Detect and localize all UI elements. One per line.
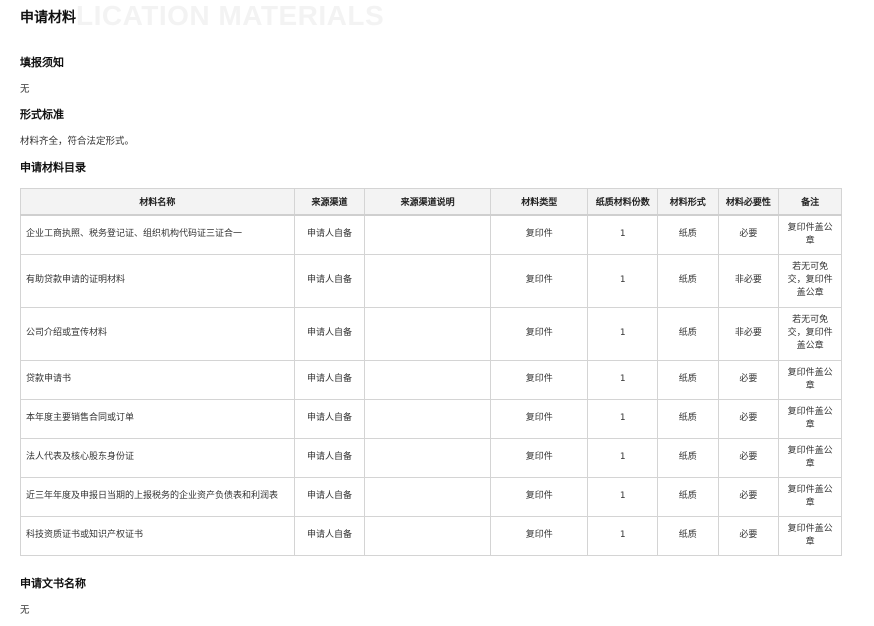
header-remark: 备注	[778, 188, 842, 216]
cell-material-type: 复印件	[489, 515, 589, 556]
page-header: LICATION MATERIALS 申请材料	[20, 0, 860, 34]
cell-material-name: 有助贷款申请的证明材料	[20, 253, 295, 308]
cell-source-channel: 申请人自备	[293, 306, 366, 361]
cell-paper-copies: 1	[587, 515, 659, 556]
header-material-name: 材料名称	[20, 188, 295, 216]
cell-remark: 若无可免交，复印件盖公章	[778, 253, 842, 308]
cell-material-name: 公司介绍或宣传材料	[20, 306, 295, 361]
section-watermark: LICATION MATERIALS	[76, 0, 385, 31]
header-necessity: 材料必要性	[717, 188, 780, 216]
header-source-channel: 来源渠道	[293, 188, 366, 216]
cell-material-name: 科技资质证书或知识产权证书	[20, 515, 295, 556]
cell-material-name: 近三年年度及申报日当期的上报税务的企业资产负债表和利润表	[20, 476, 295, 517]
cell-material-name: 企业工商执照、税务登记证、组织机构代码证三证合一	[20, 214, 295, 255]
cell-source-channel-note	[364, 253, 491, 308]
cell-source-channel-note	[364, 214, 491, 255]
cell-material-type: 复印件	[489, 253, 589, 308]
cell-source-channel: 申请人自备	[293, 476, 366, 517]
table-row: 公司介绍或宣传材料 申请人自备 复印件 1 纸质 非必要 若无可免交，复印件盖公…	[20, 306, 842, 361]
cell-material-type: 复印件	[489, 359, 589, 400]
cell-source-channel: 申请人自备	[293, 515, 366, 556]
cell-paper-copies: 1	[587, 253, 659, 308]
cell-source-channel-note	[364, 306, 491, 361]
table-row: 近三年年度及申报日当期的上报税务的企业资产负债表和利润表 申请人自备 复印件 1…	[20, 476, 842, 517]
cell-paper-copies: 1	[587, 476, 659, 517]
cell-necessity: 必要	[717, 437, 780, 478]
cell-necessity: 非必要	[717, 253, 780, 308]
cell-source-channel: 申请人自备	[293, 398, 366, 439]
cell-source-channel-note	[364, 359, 491, 400]
cell-material-form: 纸质	[657, 253, 719, 308]
table-row: 法人代表及核心股东身份证 申请人自备 复印件 1 纸质 必要 复印件盖公章	[20, 437, 842, 478]
header-material-form: 材料形式	[657, 188, 719, 216]
cell-source-channel-note	[364, 398, 491, 439]
page-title: 申请材料	[20, 10, 76, 26]
cell-paper-copies: 1	[587, 306, 659, 361]
cell-necessity: 必要	[717, 214, 780, 255]
cell-necessity: 必要	[717, 515, 780, 556]
cell-material-type: 复印件	[489, 398, 589, 439]
cell-material-form: 纸质	[657, 437, 719, 478]
table-row: 贷款申请书 申请人自备 复印件 1 纸质 必要 复印件盖公章	[20, 359, 842, 400]
cell-material-form: 纸质	[657, 214, 719, 255]
cell-material-form: 纸质	[657, 476, 719, 517]
cell-remark: 复印件盖公章	[778, 515, 842, 556]
header-material-type: 材料类型	[489, 188, 589, 216]
cell-necessity: 必要	[717, 398, 780, 439]
form-standard-text: 材料齐全，符合法定形式。	[20, 136, 135, 147]
cell-material-form: 纸质	[657, 359, 719, 400]
cell-remark: 复印件盖公章	[778, 214, 842, 255]
cell-material-type: 复印件	[489, 437, 589, 478]
cell-paper-copies: 1	[587, 437, 659, 478]
cell-material-form: 纸质	[657, 398, 719, 439]
cell-source-channel-note	[364, 476, 491, 517]
cell-source-channel-note	[364, 515, 491, 556]
table-header-row: 材料名称 来源渠道 来源渠道说明 材料类型 纸质材料份数 材料形式 材料必要性 …	[20, 188, 842, 216]
cell-source-channel: 申请人自备	[293, 214, 366, 255]
cell-material-type: 复印件	[489, 306, 589, 361]
cell-remark: 若无可免交，复印件盖公章	[778, 306, 842, 361]
cell-remark: 复印件盖公章	[778, 476, 842, 517]
cell-material-type: 复印件	[489, 476, 589, 517]
cell-source-channel: 申请人自备	[293, 437, 366, 478]
cell-material-name: 贷款申请书	[20, 359, 295, 400]
cell-source-channel-note	[364, 437, 491, 478]
cell-material-form: 纸质	[657, 515, 719, 556]
cell-remark: 复印件盖公章	[778, 437, 842, 478]
cell-necessity: 必要	[717, 359, 780, 400]
cell-necessity: 必要	[717, 476, 780, 517]
cell-material-type: 复印件	[489, 214, 589, 255]
materials-table: 材料名称 来源渠道 来源渠道说明 材料类型 纸质材料份数 材料形式 材料必要性 …	[20, 188, 842, 556]
cell-source-channel: 申请人自备	[293, 253, 366, 308]
table-row: 本年度主要销售合同或订单 申请人自备 复印件 1 纸质 必要 复印件盖公章	[20, 398, 842, 439]
cell-source-channel: 申请人自备	[293, 359, 366, 400]
cell-paper-copies: 1	[587, 359, 659, 400]
cell-material-form: 纸质	[657, 306, 719, 361]
cell-necessity: 非必要	[717, 306, 780, 361]
cell-remark: 复印件盖公章	[778, 398, 842, 439]
form-standard-title: 形式标准	[20, 108, 64, 121]
cell-material-name: 法人代表及核心股东身份证	[20, 437, 295, 478]
fill-notice-title: 填报须知	[20, 56, 64, 69]
cell-remark: 复印件盖公章	[778, 359, 842, 400]
header-paper-copies: 纸质材料份数	[587, 188, 659, 216]
doc-name-text: 无	[20, 605, 30, 616]
table-row: 有助贷款申请的证明材料 申请人自备 复印件 1 纸质 非必要 若无可免交，复印件…	[20, 253, 842, 308]
cell-paper-copies: 1	[587, 398, 659, 439]
doc-name-title: 申请文书名称	[20, 577, 86, 590]
catalog-title: 申请材料目录	[20, 161, 86, 174]
table-row: 企业工商执照、税务登记证、组织机构代码证三证合一 申请人自备 复印件 1 纸质 …	[20, 214, 842, 255]
cell-paper-copies: 1	[587, 214, 659, 255]
fill-notice-text: 无	[20, 84, 30, 95]
header-source-channel-note: 来源渠道说明	[364, 188, 491, 216]
table-row: 科技资质证书或知识产权证书 申请人自备 复印件 1 纸质 必要 复印件盖公章	[20, 515, 842, 556]
cell-material-name: 本年度主要销售合同或订单	[20, 398, 295, 439]
